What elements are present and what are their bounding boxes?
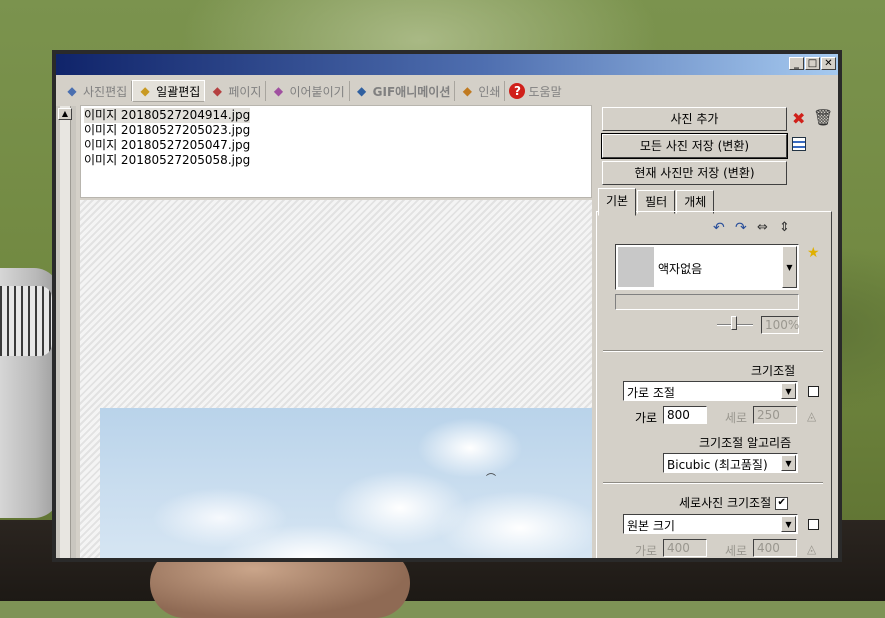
tab-help[interactable]: ? 도움말 — [505, 81, 565, 101]
width-input[interactable]: 800 — [663, 406, 707, 424]
resize-title: 크기조절 — [751, 364, 796, 378]
scroll-up-button[interactable]: ▲ — [58, 108, 72, 120]
aspect-lock-icon[interactable] — [808, 386, 819, 397]
portrait-resize-title: 세로사진 크기조절 ✔ — [679, 494, 789, 511]
bird-shape: ⌒ — [486, 474, 496, 485]
batch-edit-icon: ◆ — [140, 84, 150, 98]
help-icon: ? — [509, 83, 526, 99]
tab-batch-edit[interactable]: ◆ 일괄편집 — [132, 80, 206, 102]
main-tabs: ◆ 사진편집 ◆ 일괄편집 ◆ 페이지 ◆ 이어붙이기 ◆ GIF애니메이션 ◆… — [60, 79, 566, 103]
triangle-icon[interactable]: ◬ — [807, 541, 816, 557]
slider-thumb[interactable] — [731, 316, 737, 330]
star-icon[interactable]: ★ — [807, 245, 820, 261]
list-item[interactable]: 이미지 20180527205023.jpg — [84, 123, 588, 138]
divider — [603, 350, 823, 352]
resize-mode-select[interactable]: 가로 조절 ▼ — [623, 381, 798, 401]
chevron-down-icon[interactable]: ▼ — [781, 516, 796, 532]
rotate-right-icon[interactable]: ↷ — [735, 220, 747, 236]
minimize-button[interactable]: _ — [789, 57, 804, 70]
frame-select[interactable]: 액자없음 ▼ — [615, 244, 799, 290]
print-icon: ◆ — [462, 84, 472, 98]
triangle-icon[interactable]: ◬ — [807, 408, 816, 424]
algorithm-label: 크기조절 알고리즘 — [699, 436, 792, 450]
flip-vertical-icon[interactable]: ⇕ — [779, 220, 790, 236]
page-icon: ◆ — [212, 84, 222, 98]
opacity-value: 100% — [761, 316, 799, 334]
trash-icon[interactable]: 🗑 — [813, 110, 833, 126]
chevron-down-icon[interactable]: ▼ — [781, 383, 796, 399]
maximize-button[interactable]: □ — [805, 57, 820, 70]
add-photo-button[interactable]: 사진 추가 — [602, 107, 787, 131]
save-current-button[interactable]: 현재 사진만 저장 (변환) — [602, 161, 787, 185]
stitch-icon: ◆ — [273, 84, 284, 98]
basic-panel: ↶ ↷ ⇔ ⇕ 액자없음 ▼ ★ 100% 크기조절 가로 조절 ▼ 가로 80… — [596, 211, 832, 558]
photo-edit-icon: ◆ — [67, 84, 77, 98]
tab-print[interactable]: ◆ 인쇄 — [455, 81, 506, 101]
list-options-icon[interactable] — [792, 137, 806, 151]
tab-page[interactable]: ◆ 페이지 — [205, 81, 267, 101]
chevron-down-icon[interactable]: ▼ — [782, 246, 797, 288]
list-item[interactable]: 이미지 20180527204914.jpg — [84, 108, 588, 123]
portrait-height-input: 400 — [753, 539, 797, 557]
app-window: _ □ ✕ ◆ 사진편집 ◆ 일괄편집 ◆ 페이지 ◆ 이어붙이기 ◆ GIF애… — [52, 50, 842, 562]
frame-selected-label: 액자없음 — [658, 262, 703, 276]
list-item[interactable]: 이미지 20180527205058.jpg — [84, 153, 588, 168]
divider — [603, 482, 823, 484]
portrait-width-input: 400 — [663, 539, 707, 557]
flip-horizontal-icon[interactable]: ⇔ — [757, 220, 768, 236]
portrait-width-label: 가로 — [635, 544, 658, 558]
delete-icon[interactable]: ✖ — [792, 111, 805, 127]
progress-bar — [615, 294, 799, 310]
left-strip: ▲ — [56, 106, 76, 558]
portrait-height-label: 세로 — [725, 544, 748, 558]
tab-gif-animation[interactable]: ◆ GIF애니메이션 — [350, 81, 456, 101]
tab-basic[interactable]: 기본 — [598, 188, 637, 216]
list-item[interactable]: 이미지 20180527205047.jpg — [84, 138, 588, 153]
gif-icon: ◆ — [357, 84, 367, 98]
right-panel: 사진 추가 ✖ 🗑 모든 사진 저장 (변환) 현재 사진만 저장 (변환) 기… — [596, 105, 838, 558]
close-button[interactable]: ✕ — [821, 57, 836, 70]
tab-stitch[interactable]: ◆ 이어붙이기 — [266, 81, 350, 101]
preview-photo: ⌒ — [100, 408, 592, 558]
title-bar[interactable]: _ □ ✕ — [56, 54, 838, 75]
tab-photo-edit[interactable]: ◆ 사진편집 — [60, 81, 133, 101]
algorithm-select[interactable]: Bicubic (최고품질) ▼ — [663, 453, 798, 473]
rotate-left-icon[interactable]: ↶ — [713, 220, 725, 236]
panel-tabs: 기본 필터 개체 — [598, 188, 715, 216]
width-label: 가로 — [635, 411, 658, 425]
camera-dial-photo — [0, 286, 52, 356]
aspect-lock-icon[interactable] — [808, 519, 819, 530]
portrait-mode-select[interactable]: 원본 크기 ▼ — [623, 514, 798, 534]
portrait-resize-checkbox[interactable]: ✔ — [775, 497, 789, 510]
height-label: 세로 — [725, 411, 748, 425]
image-preview: ⌒ — [80, 200, 592, 558]
height-input: 250 — [753, 406, 797, 424]
frame-thumbnail — [618, 247, 654, 287]
file-list[interactable]: 이미지 20180527204914.jpg 이미지 2018052720502… — [80, 105, 592, 198]
chevron-down-icon[interactable]: ▼ — [781, 455, 796, 471]
save-all-button[interactable]: 모든 사진 저장 (변환) — [601, 133, 788, 159]
left-scrollbar[interactable] — [60, 106, 71, 558]
